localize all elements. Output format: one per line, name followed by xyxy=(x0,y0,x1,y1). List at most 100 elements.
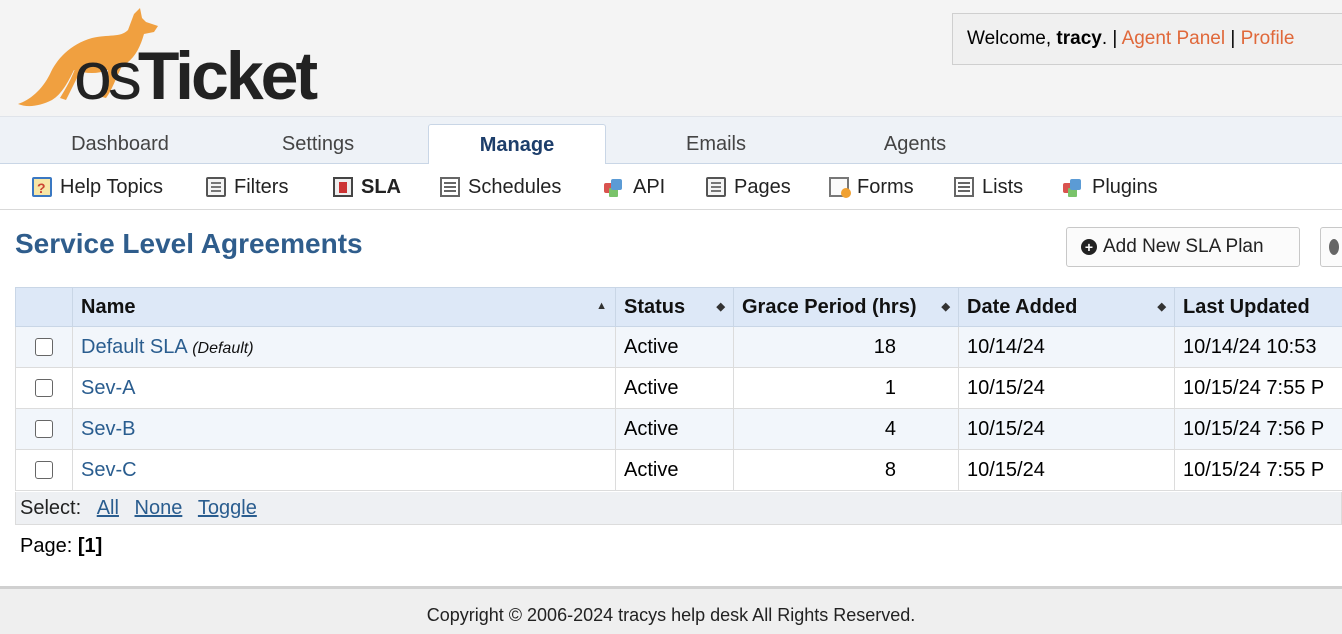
sub-nav: Help Topics Filters SLA Schedules API Pa… xyxy=(0,164,1342,210)
grace-cell: 4 xyxy=(733,408,959,450)
sla-name-link[interactable]: Default SLA xyxy=(81,336,187,358)
subnav-forms-label: Forms xyxy=(857,176,914,198)
agent-panel-link[interactable]: Agent Panel xyxy=(1122,28,1226,49)
header: osTicket Welcome, tracy. | Agent Panel |… xyxy=(0,0,1342,116)
tab-dashboard[interactable]: Dashboard xyxy=(28,124,212,165)
tab-settings[interactable]: Settings xyxy=(228,124,408,165)
welcome-suffix: . | xyxy=(1101,28,1122,49)
sla-table: Name ▲ Status ◆ Grace Period (hrs) ◆ Date A… xyxy=(15,287,1342,491)
subnav-plugins-label: Plugins xyxy=(1092,176,1158,198)
add-sla-plan-label: Add New SLA Plan xyxy=(1103,236,1264,257)
subnav-schedules-label: Schedules xyxy=(468,176,562,198)
row-checkbox[interactable] xyxy=(35,338,53,357)
column-header-last-updated[interactable]: Last Updated xyxy=(1174,287,1342,327)
subnav-filters-label: Filters xyxy=(234,176,289,198)
add-sla-plan-button[interactable]: + Add New SLA Plan xyxy=(1066,227,1300,267)
help-topics-icon xyxy=(32,175,52,201)
status-cell: Active xyxy=(615,408,734,450)
table-row: Sev-A Active 1 10/15/24 10/15/24 7:55 P xyxy=(15,367,1342,409)
status-cell: Active xyxy=(615,326,734,368)
plus-circle-icon: + xyxy=(1081,239,1097,255)
api-icon xyxy=(603,177,625,197)
row-checkbox[interactable] xyxy=(35,379,53,398)
pages-icon xyxy=(706,177,726,197)
subnav-sla[interactable]: SLA xyxy=(333,174,401,200)
last-updated-cell: 10/15/24 7:55 P xyxy=(1174,367,1342,409)
forms-icon xyxy=(829,177,851,198)
copyright-text: Copyright © 2006-2024 tracys help desk A… xyxy=(426,605,916,625)
filters-icon xyxy=(206,177,226,197)
sort-asc-icon: ▲ xyxy=(596,300,607,312)
subnav-help-topics[interactable]: Help Topics xyxy=(32,174,163,201)
welcome-panel: Welcome, tracy. | Agent Panel | Profile xyxy=(952,13,1342,65)
last-updated-cell: 10/14/24 10:53 xyxy=(1174,326,1342,368)
sla-name-link[interactable]: Sev-C xyxy=(81,459,137,481)
subnav-schedules[interactable]: Schedules xyxy=(440,174,561,200)
column-header-name[interactable]: Name ▲ xyxy=(72,287,616,327)
sort-icon: ◆ xyxy=(1157,301,1166,313)
subnav-filters[interactable]: Filters xyxy=(206,174,288,200)
row-checkbox[interactable] xyxy=(35,420,53,439)
logo-text: osTicket xyxy=(74,38,318,114)
row-select-cell xyxy=(15,326,73,368)
date-added-cell: 10/15/24 xyxy=(958,449,1175,491)
name-cell: Sev-B xyxy=(72,408,616,450)
user-name: tracy xyxy=(1056,28,1102,49)
profile-link[interactable]: Profile xyxy=(1241,28,1295,49)
name-cell: Sev-A xyxy=(72,367,616,409)
subnav-plugins[interactable]: Plugins xyxy=(1062,174,1158,200)
tab-agents[interactable]: Agents xyxy=(826,124,1004,165)
lists-icon xyxy=(954,177,974,197)
select-column-header xyxy=(15,287,73,327)
column-header-grace[interactable]: Grace Period (hrs) ◆ xyxy=(733,287,959,327)
subnav-lists[interactable]: Lists xyxy=(954,174,1023,200)
more-actions-icon xyxy=(1329,239,1339,255)
row-select-cell xyxy=(15,449,73,491)
more-actions-button[interactable] xyxy=(1320,227,1342,267)
sla-icon xyxy=(333,177,353,197)
select-all-link[interactable]: All xyxy=(97,497,119,519)
table-row: Sev-B Active 4 10/15/24 10/15/24 7:56 P xyxy=(15,408,1342,450)
row-select-cell xyxy=(15,367,73,409)
subnav-lists-label: Lists xyxy=(982,176,1024,198)
select-controls: Select: All None Toggle xyxy=(15,492,1342,525)
sort-icon: ◆ xyxy=(716,301,725,313)
footer: Copyright © 2006-2024 tracys help desk A… xyxy=(0,586,1342,634)
column-header-date-added[interactable]: Date Added ◆ xyxy=(958,287,1175,327)
last-updated-cell: 10/15/24 7:55 P xyxy=(1174,449,1342,491)
osticket-logo[interactable]: osTicket xyxy=(12,4,332,112)
page-title: Service Level Agreements xyxy=(15,228,363,259)
date-added-cell: 10/14/24 xyxy=(958,326,1175,368)
last-updated-cell: 10/15/24 7:56 P xyxy=(1174,408,1342,450)
tab-manage[interactable]: Manage xyxy=(428,124,606,166)
status-cell: Active xyxy=(615,367,734,409)
default-tag: (Default) xyxy=(192,339,254,357)
plugins-icon xyxy=(1062,177,1084,197)
subnav-sla-label: SLA xyxy=(361,176,401,198)
welcome-separator: | xyxy=(1225,28,1241,49)
name-cell: Default SLA (Default) xyxy=(72,326,616,368)
column-header-status[interactable]: Status ◆ xyxy=(615,287,734,327)
subnav-forms[interactable]: Forms xyxy=(829,174,914,200)
subnav-api-label: API xyxy=(633,176,666,198)
grace-cell: 1 xyxy=(733,367,959,409)
grace-cell: 8 xyxy=(733,449,959,491)
select-none-link[interactable]: None xyxy=(135,497,183,519)
status-cell: Active xyxy=(615,449,734,491)
date-added-cell: 10/15/24 xyxy=(958,408,1175,450)
sla-name-link[interactable]: Sev-A xyxy=(81,377,135,399)
sla-name-link[interactable]: Sev-B xyxy=(81,418,135,440)
select-toggle-link[interactable]: Toggle xyxy=(198,497,257,519)
tab-emails[interactable]: Emails xyxy=(626,124,806,165)
sort-icon: ◆ xyxy=(941,301,950,313)
row-checkbox[interactable] xyxy=(35,461,53,480)
subnav-pages[interactable]: Pages xyxy=(706,174,791,200)
welcome-prefix: Welcome, xyxy=(967,28,1057,49)
grace-cell: 18 xyxy=(733,326,959,368)
subnav-pages-label: Pages xyxy=(734,176,791,198)
schedules-icon xyxy=(440,177,460,197)
select-label: Select: xyxy=(20,497,82,519)
date-added-cell: 10/15/24 xyxy=(958,367,1175,409)
subnav-api[interactable]: API xyxy=(603,174,665,200)
main-nav: Dashboard Settings Manage Emails Agents xyxy=(0,116,1342,166)
